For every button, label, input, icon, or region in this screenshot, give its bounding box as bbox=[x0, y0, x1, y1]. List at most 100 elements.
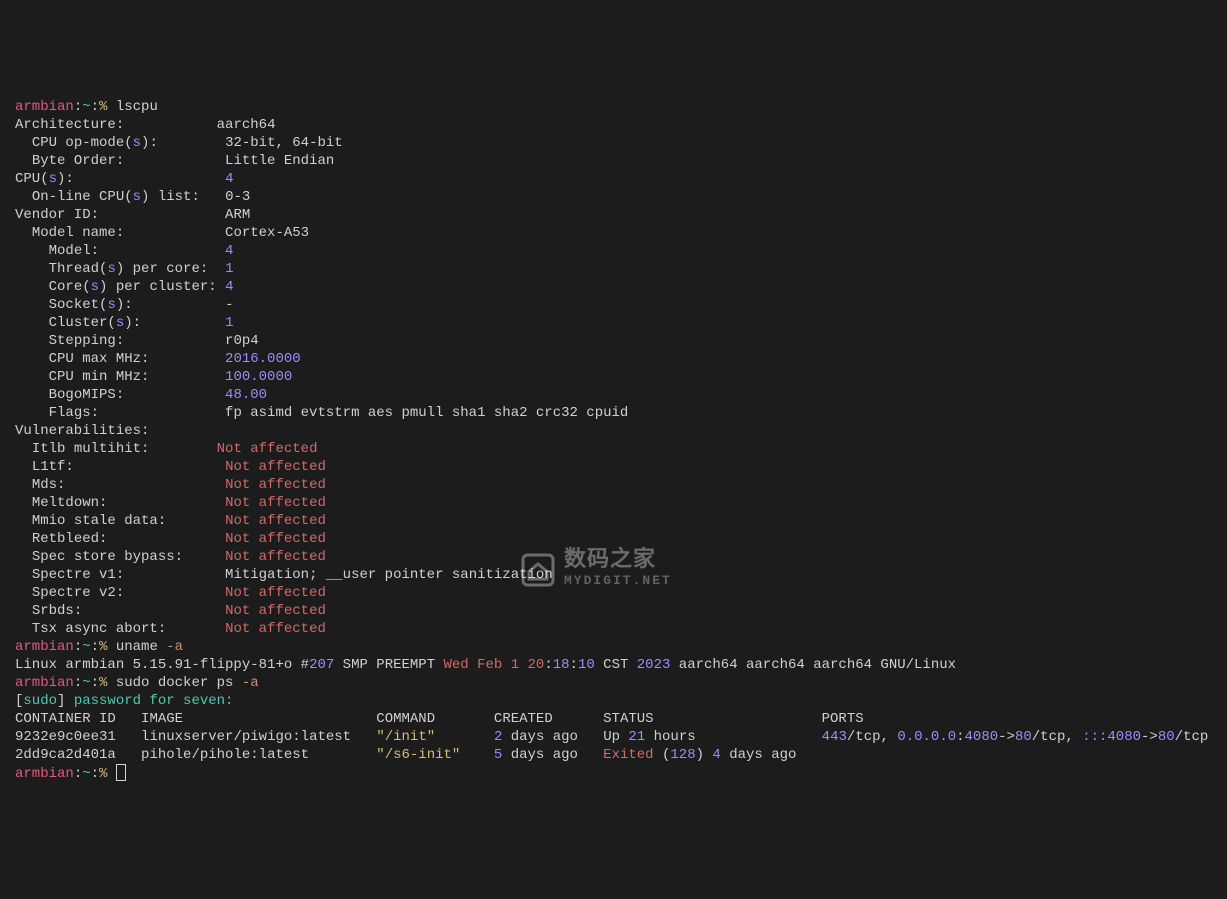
sv1-value1: Mitigation bbox=[225, 567, 309, 583]
uname-p8: 10 bbox=[578, 657, 595, 673]
uname-p2: 207 bbox=[309, 657, 334, 673]
prompt-sep-2: : bbox=[74, 639, 82, 655]
model-label: Model name bbox=[32, 225, 116, 241]
hdr-cmd: COMMAND bbox=[376, 711, 435, 727]
sudo-word: sudo bbox=[23, 693, 57, 709]
core-label: Core bbox=[49, 279, 83, 295]
cluster-label: Cluster bbox=[49, 315, 108, 331]
prompt-path2: ~ bbox=[82, 639, 90, 655]
byteorder-label: Byte Order bbox=[32, 153, 116, 169]
socket-value: - bbox=[225, 297, 233, 313]
thread-label2: per core bbox=[124, 261, 200, 277]
row2-st6: days ago bbox=[721, 747, 797, 763]
srbds-label: Srbds bbox=[32, 603, 74, 619]
hdr-ports: PORTS bbox=[822, 711, 864, 727]
cluster-value: 1 bbox=[225, 315, 233, 331]
hdr-st: STATUS bbox=[603, 711, 653, 727]
vendor-label: Vendor ID bbox=[15, 207, 91, 223]
row1-p13: /tcp bbox=[1175, 729, 1209, 745]
row2-cr1: 5 bbox=[494, 747, 502, 763]
row1-p6: -> bbox=[998, 729, 1015, 745]
online-label2: list bbox=[149, 189, 191, 205]
sudo-e: ] bbox=[57, 693, 65, 709]
maxmhz-label: CPU max MHz bbox=[49, 351, 141, 367]
row1-p4: : bbox=[956, 729, 964, 745]
prompt-path4: ~ bbox=[82, 766, 90, 782]
prompt-sep2: : bbox=[91, 99, 99, 115]
flags-label: Flags bbox=[49, 405, 91, 421]
prompt-sym3: % bbox=[99, 675, 107, 691]
l1tf-value: Not affected bbox=[225, 459, 326, 475]
uname-p4: Wed Feb 1 20 bbox=[444, 657, 545, 673]
row1-cmd: "/init" bbox=[376, 729, 435, 745]
cmd-uname: uname bbox=[116, 639, 158, 655]
modelnum-value: 4 bbox=[225, 243, 233, 259]
mmio-value: Not affected bbox=[225, 513, 326, 529]
cluster-s: s bbox=[116, 315, 124, 331]
uname-p10: 2023 bbox=[637, 657, 671, 673]
row1-p1: 443 bbox=[822, 729, 847, 745]
row1-img: linuxserver/piwigo:latest bbox=[141, 729, 351, 745]
row2-st3: 128 bbox=[670, 747, 695, 763]
opmode-value: 32-bit, 64-bit bbox=[225, 135, 343, 151]
prompt-user3: armbian bbox=[15, 675, 74, 691]
tsx-label: Tsx async abort bbox=[32, 621, 158, 637]
cpus-value: 4 bbox=[225, 171, 233, 187]
thread-value: 1 bbox=[225, 261, 233, 277]
retb-label: Retbleed bbox=[32, 531, 99, 547]
cursor[interactable] bbox=[116, 764, 126, 781]
vendor-value: ARM bbox=[225, 207, 250, 223]
prompt-user4: armbian bbox=[15, 766, 74, 782]
prompt-sep-3: : bbox=[74, 675, 82, 691]
terminal-output[interactable]: armbian:~:% lscpu Architecture: aarch64 … bbox=[15, 80, 1212, 783]
uname-p9: CST bbox=[595, 657, 637, 673]
row1-id: 9232e9c0ee31 bbox=[15, 729, 116, 745]
prompt-sep-4: : bbox=[74, 766, 82, 782]
row1-p7: 80 bbox=[1015, 729, 1032, 745]
uname-p6: 18 bbox=[553, 657, 570, 673]
thread-label: Thread bbox=[49, 261, 99, 277]
itlb-label: Itlb multihit bbox=[32, 441, 141, 457]
thread-s: s bbox=[107, 261, 115, 277]
prompt-sym: % bbox=[99, 99, 107, 115]
row1-p12: 80 bbox=[1158, 729, 1175, 745]
vuln-label: Vulnerabilities bbox=[15, 423, 141, 439]
socket-label: Socket bbox=[49, 297, 99, 313]
online-value: 0-3 bbox=[225, 189, 250, 205]
ssb-value: Not affected bbox=[225, 549, 326, 565]
ssb-label: Spec store bypass bbox=[32, 549, 175, 565]
cpus-s: s bbox=[49, 171, 57, 187]
mds-value: Not affected bbox=[225, 477, 326, 493]
prompt-sep2-4: : bbox=[91, 766, 99, 782]
model-value: Cortex-A53 bbox=[225, 225, 309, 241]
stepping-value: r0p4 bbox=[225, 333, 259, 349]
sudo-b: [ bbox=[15, 693, 23, 709]
l1tf-label: L1tf bbox=[32, 459, 66, 475]
melt-label: Meltdown bbox=[32, 495, 99, 511]
prompt-sep: : bbox=[74, 99, 82, 115]
sv2-label: Spectre v2 bbox=[32, 585, 116, 601]
prompt-sep2-2: : bbox=[91, 639, 99, 655]
sudo-rest: password for seven: bbox=[65, 693, 233, 709]
arch-value: aarch64 bbox=[217, 117, 276, 133]
mmio-label: Mmio stale data bbox=[32, 513, 158, 529]
hdr-img: IMAGE bbox=[141, 711, 183, 727]
retb-value: Not affected bbox=[225, 531, 326, 547]
melt-value: Not affected bbox=[225, 495, 326, 511]
prompt-sym2: % bbox=[99, 639, 107, 655]
opmode-s: s bbox=[133, 135, 141, 151]
row1-cr2: days ago bbox=[502, 729, 578, 745]
flags-value: fp asimd evtstrm aes pmull sha1 sha2 crc… bbox=[225, 405, 628, 421]
row1-p10: 4080 bbox=[1107, 729, 1141, 745]
arch-label: Architecture bbox=[15, 117, 116, 133]
row2-cmd: "/s6-init" bbox=[376, 747, 460, 763]
cpus-label: CPU bbox=[15, 171, 40, 187]
row2-cr2: days ago bbox=[502, 747, 578, 763]
prompt-sep2-3: : bbox=[91, 675, 99, 691]
socket-s: s bbox=[107, 297, 115, 313]
minmhz-label: CPU min MHz bbox=[49, 369, 141, 385]
row2-st2: ( bbox=[662, 747, 670, 763]
bogo-label: BogoMIPS bbox=[49, 387, 116, 403]
row2-st1: Exited bbox=[603, 747, 662, 763]
row1-p11: -> bbox=[1141, 729, 1158, 745]
